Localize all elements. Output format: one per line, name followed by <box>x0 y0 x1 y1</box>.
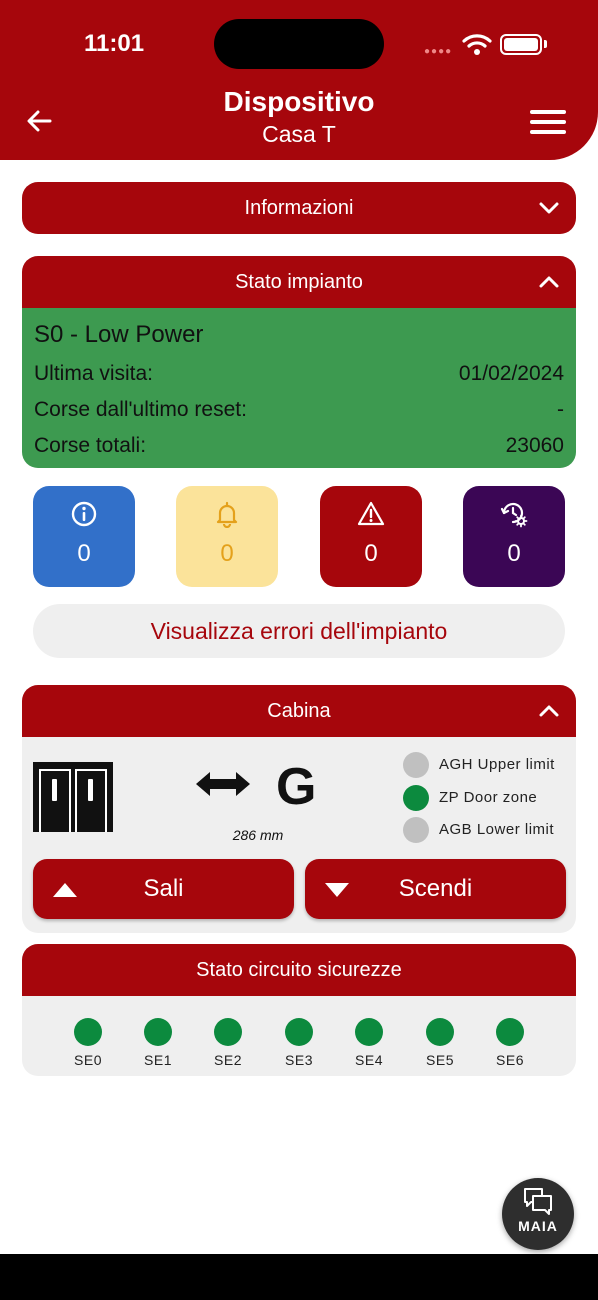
elevator-doors-icon <box>33 762 113 832</box>
up-button[interactable]: Sali <box>33 859 294 919</box>
history-settings-icon <box>500 502 528 528</box>
safety-contact: SE5 <box>420 1018 460 1068</box>
safety-contact: SE6 <box>490 1018 530 1068</box>
stato-impianto-label: Stato impianto <box>235 270 363 293</box>
maia-assistant-button[interactable]: MAIA <box>502 1178 574 1250</box>
row-value: - <box>557 398 564 421</box>
safety-label: SE6 <box>496 1052 524 1068</box>
view-errors-button[interactable]: Visualizza errori dell'impianto <box>33 604 565 658</box>
counter-value: 0 <box>220 540 234 567</box>
safety-contact: SE0 <box>68 1018 108 1068</box>
circuito-header: Stato circuito sicurezze <box>22 944 576 996</box>
row-value: 01/02/2024 <box>458 362 564 385</box>
triangle-down-icon <box>325 883 349 897</box>
stato-impianto-header[interactable]: Stato impianto <box>22 256 576 308</box>
safety-label: SE5 <box>426 1052 454 1068</box>
page-title: Dispositivo <box>223 86 375 117</box>
down-label: Scendi <box>398 875 473 902</box>
cabina-label: Cabina <box>267 699 331 722</box>
cabina-header[interactable]: Cabina <box>22 685 576 737</box>
stato-impianto-body: S0 - Low Power Ultima visita: 01/02/2024… <box>22 308 576 468</box>
info-icon <box>71 501 97 527</box>
chat-bubbles-icon <box>524 1188 552 1215</box>
counter-value: 0 <box>507 540 521 567</box>
up-label: Sali <box>143 875 184 902</box>
chevron-down-icon <box>539 202 559 214</box>
bottom-bar <box>0 1254 598 1300</box>
counter-value: 0 <box>364 540 378 567</box>
hamburger-menu-icon[interactable] <box>530 110 566 136</box>
door-zone-label: ZP Door zone <box>439 789 538 806</box>
safety-led <box>426 1018 454 1046</box>
row-label: Corse dall'ultimo reset: <box>34 398 247 421</box>
safety-contact: SE3 <box>279 1018 319 1068</box>
circuito-card: Stato circuito sicurezze SE0 SE1 SE2 SE3… <box>22 944 576 1076</box>
info-counter[interactable]: 0 <box>33 486 135 587</box>
maia-label: MAIA <box>518 1218 558 1234</box>
safety-contact: SE2 <box>208 1018 248 1068</box>
wifi-icon <box>462 34 492 55</box>
safety-led <box>214 1018 242 1046</box>
informazioni-label: Informazioni <box>244 196 354 219</box>
chevron-up-icon <box>539 276 559 288</box>
safety-label: SE2 <box>214 1052 242 1068</box>
safety-contact: SE1 <box>138 1018 178 1068</box>
floor-indicator: G <box>276 758 317 816</box>
status-time: 11:01 <box>84 30 145 57</box>
safety-label: SE1 <box>144 1052 172 1068</box>
safety-led <box>496 1018 524 1046</box>
info-row: Corse dall'ultimo reset: - <box>34 398 564 422</box>
agh-limit-label: AGH Upper limit <box>439 756 555 773</box>
info-row: Ultima visita: 01/02/2024 <box>34 362 564 386</box>
circuito-label: Stato circuito sicurezze <box>196 958 402 981</box>
maintenance-counter[interactable]: 0 <box>463 486 565 587</box>
cabina-card: Cabina G 286 mm AGH Upper limit ZP Door … <box>22 685 576 933</box>
door-zone-led <box>403 785 429 811</box>
dynamic-island <box>214 19 384 69</box>
safety-circuit-list: SE0 SE1 SE2 SE3 SE4 SE5 SE6 <box>22 996 576 1076</box>
informazioni-card: Informazioni <box>22 182 576 234</box>
app-header: 11:01 ●●●● Dispositivo Casa T <box>0 0 598 160</box>
horizontal-arrows-icon <box>196 772 250 796</box>
row-label: Ultima visita: <box>34 362 154 385</box>
page-subtitle: Casa T <box>262 121 336 147</box>
safety-led <box>355 1018 383 1046</box>
safety-label: SE0 <box>74 1052 102 1068</box>
informazioni-header[interactable]: Informazioni <box>22 182 576 234</box>
counter-value: 0 <box>77 540 91 567</box>
row-value: 23060 <box>505 434 564 457</box>
bell-icon <box>216 501 238 528</box>
safety-led <box>285 1018 313 1046</box>
safety-label: SE4 <box>355 1052 383 1068</box>
cabina-body: G 286 mm AGH Upper limit ZP Door zone AG… <box>22 737 576 933</box>
row-label: Corse totali: <box>34 434 147 457</box>
safety-contact: SE4 <box>349 1018 389 1068</box>
triangle-up-icon <box>53 883 77 897</box>
info-row: Corse totali: 23060 <box>34 434 564 458</box>
agh-limit-led <box>403 752 429 778</box>
safety-led <box>144 1018 172 1046</box>
agb-limit-led <box>403 817 429 843</box>
signal-icon: ●●●● <box>424 46 453 57</box>
warnings-counter[interactable]: 0 <box>320 486 422 587</box>
safety-label: SE3 <box>285 1052 313 1068</box>
battery-icon <box>500 34 542 55</box>
agb-limit-label: AGB Lower limit <box>439 821 555 838</box>
distance-value: 286 mm <box>232 827 284 843</box>
safety-led <box>74 1018 102 1046</box>
chevron-up-icon <box>539 705 559 717</box>
down-button[interactable]: Scendi <box>305 859 566 919</box>
system-state: S0 - Low Power <box>34 321 204 348</box>
notifications-counter[interactable]: 0 <box>176 486 278 587</box>
warning-icon <box>357 501 385 526</box>
stato-impianto-card: Stato impianto S0 - Low Power Ultima vis… <box>22 256 576 468</box>
